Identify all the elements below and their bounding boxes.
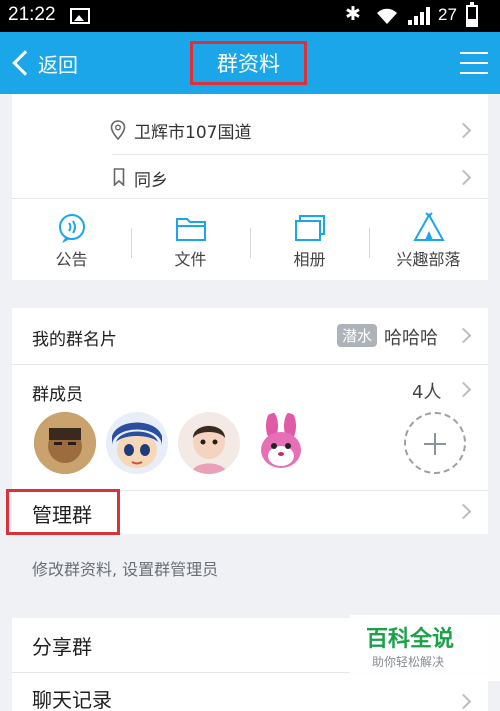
chevron-right-icon [455,169,472,186]
my-card-label: 我的群名片 [32,330,117,350]
watermark-title: 百科全说 [366,627,455,652]
members-row[interactable]: 群成员 4人 [12,364,488,490]
my-card-row[interactable]: 我的群名片 潜水 哈哈哈 [12,308,488,364]
signal-icon [408,7,430,25]
quick-actions: 公告 文件 相册 兴趣部落 [12,198,488,280]
tag-text: 同乡 [134,171,168,191]
page-title-text: 群资料 [217,52,280,76]
album-icon [295,215,325,241]
chevron-right-icon [455,327,472,344]
battery-icon [466,2,478,27]
bluetooth-icon: ✱ [345,3,361,25]
image-notification-icon [70,8,90,24]
manage-group-hint: 修改群资料, 设置群管理员 [32,560,219,579]
avatar[interactable] [250,412,312,474]
chevron-right-icon [455,693,472,710]
chevron-right-icon [455,381,472,398]
bookmark-icon [113,168,125,186]
child-photo-icon [178,412,240,474]
folder-icon [176,218,206,241]
avatar[interactable] [178,412,240,474]
my-card-nickname: 哈哈哈 [384,328,438,349]
announcement-icon [59,214,85,243]
announcement-button[interactable]: 公告 [12,198,131,280]
chat-history-label: 聊天记录 [32,688,112,711]
wifi-icon [377,8,397,24]
tag-row[interactable]: 同乡 [12,154,488,200]
add-member-button[interactable] [404,412,466,474]
tribe-label: 兴趣部落 [396,250,461,269]
tribe-button[interactable]: 兴趣部落 [369,198,488,280]
status-bar: 21:22 ✱ 27 [0,0,500,32]
share-group-label: 分享群 [32,635,92,659]
chevron-right-icon [455,503,472,520]
members-label: 群成员 [32,385,83,405]
bunny-avatar-icon [250,412,312,474]
tribe-icon [413,212,445,241]
battery-level: 27 [438,5,457,24]
page-title: 群资料 [190,41,307,85]
album-label: 相册 [293,250,326,269]
chevron-left-icon [12,50,38,76]
cartoon-boy-icon [106,412,168,474]
location-text: 卫辉市107国道 [134,123,252,143]
watermark-subtitle: 助你轻松解决 [372,655,445,669]
album-button[interactable]: 相册 [250,198,369,280]
watermark: 百科全说 助你轻松解决 [350,615,500,681]
group-info-card: 卫辉市107国道 同乡 公告 文件 相册 兴趣部落 [12,94,488,280]
files-label: 文件 [174,250,207,269]
chevron-right-icon [455,122,472,139]
status-time: 21:22 [8,4,56,25]
avatar[interactable] [34,412,96,474]
status-badge: 潜水 [337,324,378,347]
manage-group-highlight [6,489,120,535]
location-pin-icon [110,120,126,140]
menu-icon[interactable] [460,50,488,76]
files-button[interactable]: 文件 [131,198,250,280]
location-row[interactable]: 卫辉市107国道 [12,106,488,154]
members-count: 4人 [412,382,442,403]
nav-bar: 返回 群资料 [0,32,500,94]
announcement-label: 公告 [55,250,88,269]
back-label: 返回 [38,52,78,77]
avatar[interactable] [106,412,168,474]
back-button[interactable]: 返回 [10,45,78,81]
member-photo-icon [34,412,96,474]
